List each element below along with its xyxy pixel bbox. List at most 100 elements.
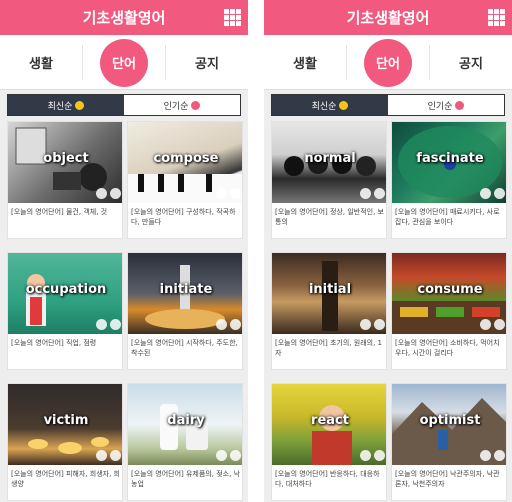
sort-latest-label: 최신순 [47, 101, 73, 112]
card-caption: [오늘의 영어단어] 반응하다, 대응하다, 대처하다 [275, 470, 380, 488]
card-caption: [오늘의 영어단어] 피해자, 희생자, 희생양 [11, 470, 120, 488]
sort-popular-button[interactable]: 인기순 [388, 95, 504, 115]
share-icon[interactable] [374, 319, 385, 330]
card-image: fascinate [392, 122, 506, 203]
like-icon[interactable] [360, 450, 371, 461]
like-icon[interactable] [96, 188, 107, 199]
card-word: dairy [167, 413, 205, 428]
tab-divider [346, 45, 347, 80]
card-image: normal [272, 122, 386, 203]
share-icon[interactable] [374, 450, 385, 461]
like-icon[interactable] [216, 319, 227, 330]
like-icon[interactable] [96, 450, 107, 461]
card-word: react [311, 413, 349, 428]
word-card[interactable]: victim [오늘의 영어단어] 피해자, 희생자, 희생양 [7, 383, 123, 501]
share-icon[interactable] [374, 188, 385, 199]
share-icon[interactable] [494, 319, 505, 330]
app-screens: 기초생활영어 생활 단어 공지 최신순 인기순 object [오늘의 영어단어] 물건, 객… [0, 0, 512, 502]
tab-notice[interactable]: 공지 [430, 35, 512, 90]
category-tabs: 생활 단어 공지 [264, 35, 512, 90]
word-card[interactable]: optimist [오늘의 영어단어] 낙관주의자, 낙관론자, 낙천주의자 [391, 383, 507, 501]
card-word: initiate [159, 282, 213, 297]
sort-popular-button[interactable]: 인기순 [124, 95, 240, 115]
active-tab-circle: 단어 [364, 38, 412, 87]
app-title: 기초생활영어 [82, 9, 166, 27]
like-icon[interactable] [216, 450, 227, 461]
tab-words[interactable]: 단어 [83, 35, 165, 90]
card-image: consume [392, 253, 506, 334]
card-word: occupation [25, 282, 107, 297]
word-card[interactable]: object [오늘의 영어단어] 물건, 객체, 것 [7, 121, 123, 239]
share-icon[interactable] [230, 188, 241, 199]
card-word: victim [43, 413, 89, 428]
card-caption: [오늘의 영어단어] 매료시키다, 사로잡다, 관심을 보이다 [395, 208, 500, 226]
tab-life[interactable]: 생활 [264, 35, 346, 90]
sort-latest-button[interactable]: 최신순 [272, 95, 388, 115]
tab-life[interactable]: 생활 [0, 35, 82, 90]
card-word: object [43, 151, 89, 166]
like-icon[interactable] [216, 188, 227, 199]
tab-words[interactable]: 단어 [347, 35, 429, 90]
like-icon[interactable] [96, 319, 107, 330]
share-icon[interactable] [494, 188, 505, 199]
card-caption: [오늘의 영어단어] 초기의, 원래의, 1자 [275, 339, 382, 357]
tab-notice[interactable]: 공지 [166, 35, 248, 90]
tab-label: 단어 [376, 57, 400, 72]
word-card[interactable]: dairy [오늘의 영어단어] 유제품의, 젖소, 낙농업 [127, 383, 243, 501]
sort-latest-button[interactable]: 최신순 [8, 95, 124, 115]
word-card[interactable]: initial [오늘의 영어단어] 초기의, 원래의, 1자 [271, 252, 387, 370]
word-card[interactable]: normal [오늘의 영어단어] 정상, 일반적인, 보통의 [271, 121, 387, 239]
like-icon[interactable] [360, 188, 371, 199]
grid-menu-icon[interactable] [488, 9, 505, 26]
share-icon[interactable] [110, 319, 121, 330]
tab-divider [429, 45, 430, 80]
share-icon[interactable] [230, 450, 241, 461]
word-card[interactable]: react [오늘의 영어단어] 반응하다, 대응하다, 대처하다 [271, 383, 387, 501]
category-tabs: 생활 단어 공지 [0, 35, 248, 90]
card-caption: [오늘의 영어단어] 낙관주의자, 낙관론자, 낙천주의자 [395, 470, 500, 488]
card-image: victim [8, 384, 122, 465]
app-header: 기초생활영어 [264, 0, 512, 35]
word-card[interactable]: initiate [오늘의 영어단어] 시작하다, 주도한, 착수된 [127, 252, 243, 370]
card-word: compose [153, 151, 219, 166]
grid-menu-icon[interactable] [224, 9, 241, 26]
latest-dot-icon [75, 100, 85, 110]
share-icon[interactable] [494, 450, 505, 461]
card-caption: [오늘의 영어단어] 유제품의, 젖소, 낙농업 [131, 470, 240, 488]
card-image: occupation [8, 253, 122, 334]
word-card[interactable]: occupation [오늘의 영어단어] 직업, 점령 [7, 252, 123, 370]
share-icon[interactable] [110, 188, 121, 199]
tab-divider [165, 45, 166, 80]
sort-toggle: 최신순 인기순 [271, 94, 505, 116]
sort-toggle: 최신순 인기순 [7, 94, 241, 116]
word-card[interactable]: consume [오늘의 영어단어] 소비하다, 먹어치우다, 시간이 걸리다 [391, 252, 507, 370]
latest-dot-icon [339, 100, 349, 110]
card-caption: [오늘의 영어단어] 직업, 점령 [11, 339, 97, 347]
sort-latest-label: 최신순 [311, 101, 337, 112]
tab-label: 단어 [112, 57, 136, 72]
like-icon[interactable] [360, 319, 371, 330]
sort-popular-label: 인기순 [427, 101, 453, 112]
card-image: object [8, 122, 122, 203]
tab-label: 생활 [293, 57, 317, 72]
tab-label: 공지 [195, 57, 219, 72]
word-card[interactable]: compose [오늘의 영어단어] 구성하다, 작곡하다, 만들다 [127, 121, 243, 239]
like-icon[interactable] [480, 450, 491, 461]
tab-divider [82, 45, 83, 80]
word-card[interactable]: fascinate [오늘의 영어단어] 매료시키다, 사로잡다, 관심을 보이다 [391, 121, 507, 239]
like-icon[interactable] [480, 319, 491, 330]
share-icon[interactable] [110, 450, 121, 461]
tab-label: 공지 [459, 57, 483, 72]
popular-dot-icon [191, 100, 201, 110]
card-image: dairy [128, 384, 242, 465]
like-icon[interactable] [480, 188, 491, 199]
active-tab-circle: 단어 [100, 38, 148, 87]
card-word: consume [417, 282, 483, 297]
card-word: fascinate [416, 151, 484, 166]
screen-right: 기초생활영어생활 단어 공지최신순 인기순 normal [오늘의 영어단어] 정상, 일… [264, 0, 512, 502]
share-icon[interactable] [230, 319, 241, 330]
card-image: react [272, 384, 386, 465]
app-header: 기초생활영어 [0, 0, 248, 35]
card-caption: [오늘의 영어단어] 시작하다, 주도한, 착수된 [131, 339, 238, 357]
card-image: optimist [392, 384, 506, 465]
